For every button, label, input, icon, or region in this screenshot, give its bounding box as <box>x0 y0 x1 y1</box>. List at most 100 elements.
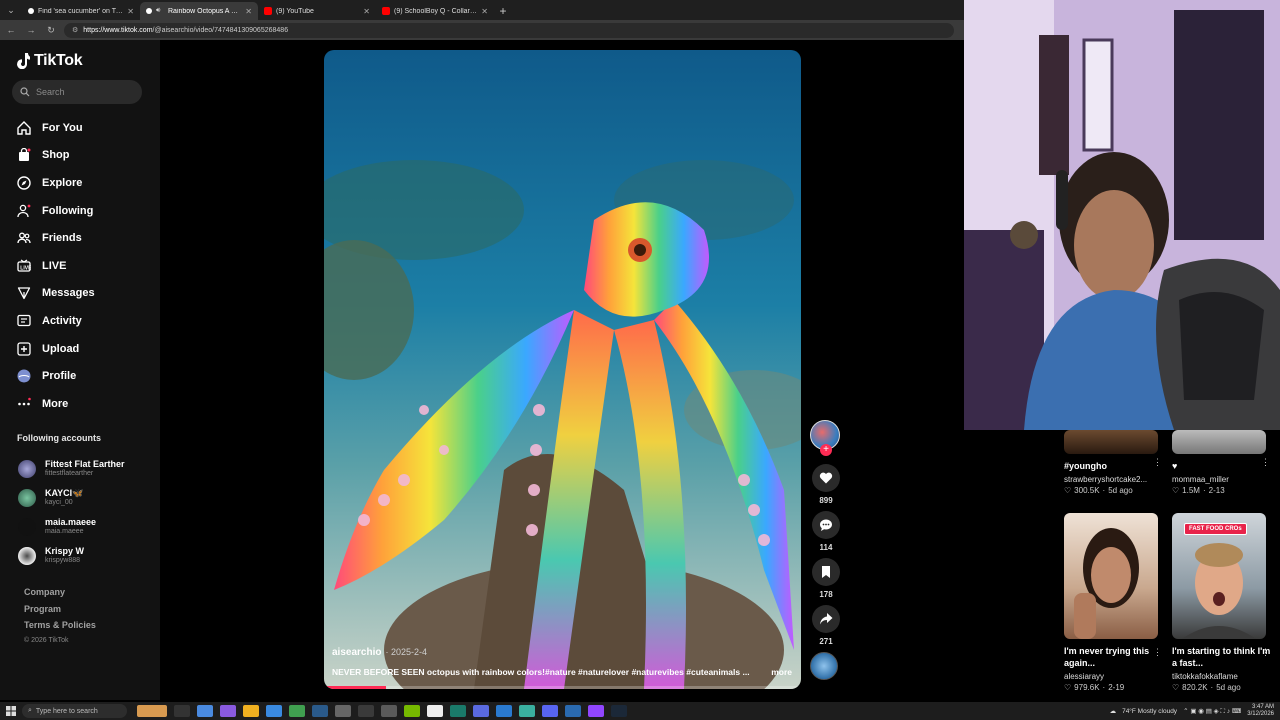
search-input[interactable]: Search <box>12 80 142 104</box>
more-options-icon[interactable]: ⋮ <box>1261 647 1270 658</box>
video-author[interactable]: aisearchio <box>332 647 381 658</box>
browser-tab[interactable]: (9) YouTube ✕ <box>258 2 376 20</box>
app-icon[interactable] <box>427 705 443 717</box>
sidebar-item-live[interactable]: LIVE LIVE <box>16 252 95 280</box>
app-icon[interactable] <box>197 705 213 717</box>
view-count: 1.5M <box>1182 486 1200 495</box>
forward-arrow-icon[interactable]: → <box>24 23 38 37</box>
more-options-icon[interactable]: ⋮ <box>1261 457 1270 468</box>
share-action: 271 <box>810 605 842 646</box>
clock[interactable]: 3:47 AM 3/12/2026 <box>1247 704 1274 718</box>
browser-tab[interactable]: (9) SchoolBoy Q - Collard Greens ✕ <box>376 2 494 20</box>
video-user[interactable]: alessiarayy <box>1064 672 1164 681</box>
app-icon[interactable] <box>174 705 190 717</box>
suggested-video-card[interactable]: I'm never trying this again... ⋮ alessia… <box>1064 513 1164 692</box>
save-button[interactable] <box>812 558 840 586</box>
suggested-video-card[interactable]: FAST FOOD CROs I'm starting to think I'm… <box>1172 513 1272 692</box>
tray-icons[interactable]: ⌃ ▣ ◉ ▤ ◈ ⛶ ♪ ⌨ <box>1183 707 1241 716</box>
tab-search-icon[interactable]: ⌄ <box>0 0 22 20</box>
video-user[interactable]: tiktokkafokkaflame <box>1172 672 1272 681</box>
video-thumbnail[interactable]: FAST FOOD CROs <box>1172 513 1266 639</box>
account-item[interactable]: Fittest Flat Earther fittestflatearther <box>18 454 125 483</box>
more-options-icon[interactable]: ⋮ <box>1153 457 1162 468</box>
creator-avatar[interactable]: + <box>810 420 840 456</box>
close-tab-icon[interactable]: ✕ <box>481 7 488 16</box>
tab-title: (9) SchoolBoy Q - Collard Greens <box>394 7 477 15</box>
app-icon[interactable] <box>588 705 604 717</box>
sidebar-item-more[interactable]: More <box>16 390 95 418</box>
video-thumbnail[interactable] <box>1064 430 1158 454</box>
sidebar-item-friends[interactable]: Friends <box>16 224 95 252</box>
close-tab-icon[interactable]: ✕ <box>127 7 134 16</box>
app-icon[interactable] <box>358 705 374 717</box>
site-info-icon[interactable]: ⚙ <box>72 26 78 34</box>
app-icon[interactable] <box>473 705 489 717</box>
sidebar-item-for-you[interactable]: For You <box>16 114 95 142</box>
music-disc-icon[interactable] <box>810 652 838 680</box>
app-icon[interactable] <box>243 705 259 717</box>
sidebar-item-label: Upload <box>42 342 80 355</box>
suggested-video-card[interactable]: ♥ ⋮ mommaa_miller ♡ 1.5M · 2-13 <box>1172 430 1272 495</box>
footer-link-company[interactable]: Company <box>24 587 96 604</box>
account-item[interactable]: KAYCI🦋 kayci_00 <box>18 483 125 512</box>
more-options-icon[interactable]: ⋮ <box>1153 647 1162 658</box>
sidebar-item-upload[interactable]: Upload <box>16 335 95 363</box>
close-tab-icon[interactable]: ✕ <box>363 7 370 16</box>
profile-avatar <box>16 368 32 384</box>
app-icon[interactable] <box>519 705 535 717</box>
like-button[interactable] <box>812 464 840 492</box>
account-item[interactable]: maia.maeee maia.maeee <box>18 512 125 541</box>
sidebar-item-shop[interactable]: Shop <box>16 142 95 170</box>
video-user[interactable]: mommaa_miller <box>1172 475 1272 484</box>
share-button[interactable] <box>812 605 840 633</box>
video-thumbnail[interactable] <box>1172 430 1266 454</box>
avatar <box>18 459 36 478</box>
tiktok-logo[interactable]: TikTok <box>16 52 83 70</box>
account-name: Krispy W <box>45 546 85 556</box>
app-icon[interactable] <box>450 705 466 717</box>
app-icon[interactable] <box>496 705 512 717</box>
app-icon[interactable] <box>611 705 627 717</box>
sidebar-item-messages[interactable]: Messages <box>16 280 95 308</box>
follow-plus-icon[interactable]: + <box>820 444 832 456</box>
sidebar-item-activity[interactable]: Activity <box>16 307 95 335</box>
app-icon[interactable] <box>289 705 305 717</box>
sidebar-item-following[interactable]: Following <box>16 197 95 225</box>
weather-text[interactable]: 74°F Mostly cloudy <box>1122 708 1177 715</box>
taskbar-search-input[interactable]: ⌕ Type here to search <box>22 704 127 718</box>
app-icon[interactable] <box>335 705 351 717</box>
sidebar-item-explore[interactable]: Explore <box>16 169 95 197</box>
like-action: 899 <box>810 464 842 505</box>
app-icon[interactable] <box>312 705 328 717</box>
sidebar-item-profile[interactable]: Profile <box>16 362 95 390</box>
app-icon[interactable] <box>381 705 397 717</box>
url-field[interactable]: ⚙ https://www.tiktok.com/@aisearchio/vid… <box>64 22 954 38</box>
app-icon[interactable] <box>404 705 420 717</box>
account-item[interactable]: Krispy Wkrispyw888 <box>18 541 125 570</box>
reload-icon[interactable]: ↻ <box>44 23 58 37</box>
comment-button[interactable] <box>812 511 840 539</box>
close-tab-icon[interactable]: ✕ <box>245 7 252 16</box>
app-icon[interactable] <box>542 705 558 717</box>
search-icon <box>20 87 30 97</box>
footer-link-program[interactable]: Program <box>24 604 96 621</box>
start-button[interactable] <box>0 702 22 720</box>
back-arrow-icon[interactable]: ← <box>4 23 18 37</box>
logo-text: TikTok <box>34 52 83 69</box>
app-icon[interactable] <box>137 705 167 717</box>
video-progress-bar[interactable] <box>324 686 801 689</box>
like-count: 899 <box>819 496 833 505</box>
browser-tab-active[interactable]: 🔊︎ Rainbow Octopus A Nature Mo ✕ <box>140 2 258 20</box>
browser-tab[interactable]: Find 'sea cucumber' on TikTok | Ti ✕ <box>22 2 140 20</box>
footer-link-terms[interactable]: Terms & Policies <box>24 620 96 637</box>
app-icon[interactable] <box>565 705 581 717</box>
more-link[interactable]: more <box>771 667 792 677</box>
video-player[interactable]: aisearchio · 2025-2-4 NEVER BEFORE SEEN … <box>324 50 801 689</box>
video-thumbnail[interactable] <box>1064 513 1158 639</box>
new-tab-button[interactable]: + <box>494 2 512 20</box>
app-icon[interactable] <box>220 705 236 717</box>
video-user[interactable]: strawberryshortcake2... <box>1064 475 1164 484</box>
app-icon[interactable] <box>266 705 282 717</box>
suggested-video-card[interactable]: #youngho ⋮ strawberryshortcake2... ♡ 300.… <box>1064 430 1164 495</box>
audio-playing-icon[interactable]: 🔊︎ <box>156 7 164 15</box>
